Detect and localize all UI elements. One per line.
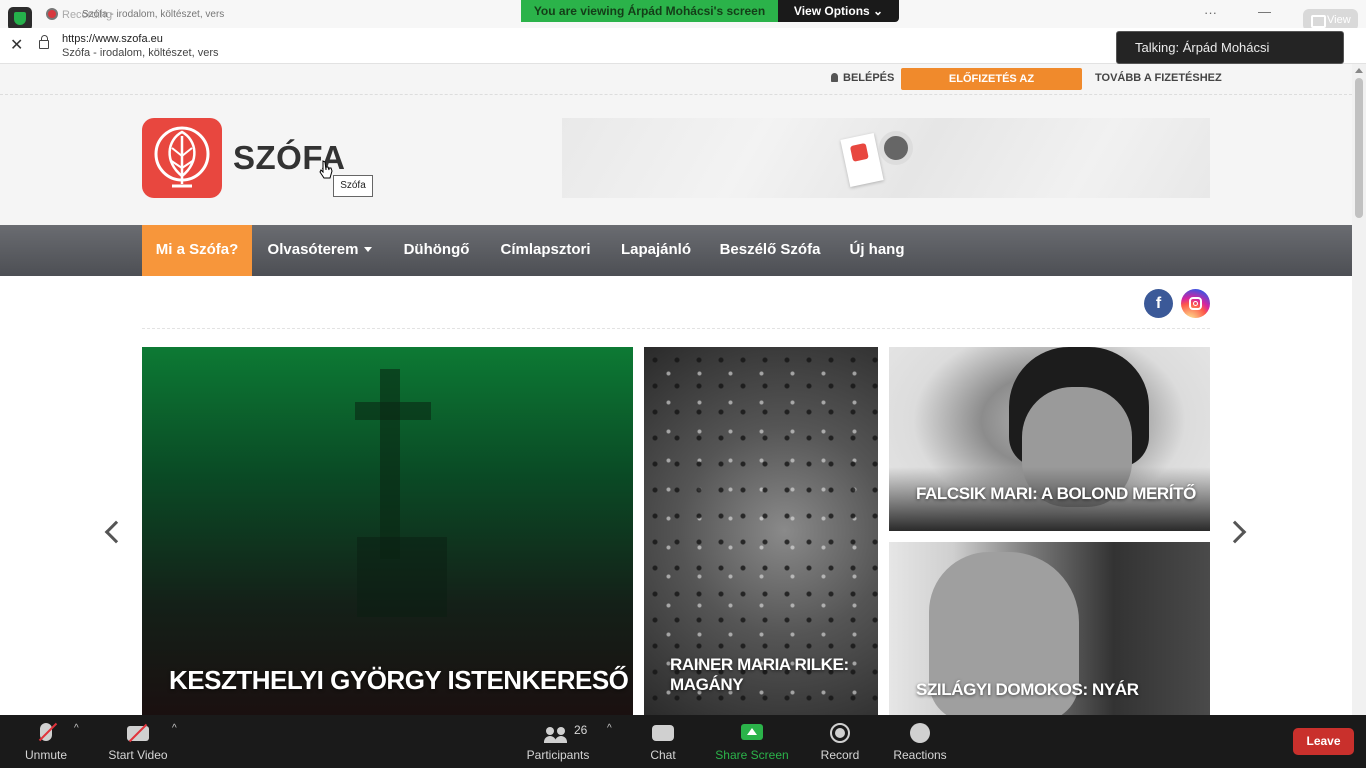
checkout-link[interactable]: TOVÁBB A FIZETÉSHEZ xyxy=(1095,72,1222,84)
close-icon[interactable]: ✕ xyxy=(10,35,23,55)
unmute-label: Unmute xyxy=(24,748,68,762)
participants-label: Participants xyxy=(526,748,590,762)
participants-count: 26 xyxy=(574,723,588,737)
card-title[interactable]: FALCSIK MARI: A BOLOND MERÍTŐ xyxy=(916,484,1196,504)
divider xyxy=(142,328,1210,329)
share-screen-button[interactable]: Share Screen xyxy=(712,715,792,768)
banner-cup-shape xyxy=(879,131,913,165)
lock-icon[interactable] xyxy=(39,35,49,49)
nav-beszelo-szofa[interactable]: Beszélő Szófa xyxy=(706,225,834,276)
record-icon xyxy=(830,723,850,743)
view-options-button[interactable]: View Options ⌄ xyxy=(778,0,899,22)
instagram-icon[interactable] xyxy=(1181,289,1210,318)
featured-card-szilagyi[interactable]: SZILÁGYI DOMOKOS: NYÁR xyxy=(889,542,1210,715)
nav-olvasoterem[interactable]: Olvasóterem xyxy=(252,225,388,276)
reactions-button[interactable]: Reactions xyxy=(890,715,950,768)
site-top-bar: BELÉPÉS ELŐFIZETÉS AZ OLVASÓTEREMRE TOVÁ… xyxy=(0,64,1352,107)
zoom-top-bar: Recording Szófa - irodalom, költészet, v… xyxy=(0,0,1366,31)
nav-lapajanlo[interactable]: Lapajánló xyxy=(606,225,706,276)
banner-card-shape xyxy=(840,132,884,188)
dropdown-caret-icon xyxy=(364,247,373,252)
chat-button[interactable]: Chat xyxy=(640,715,686,768)
viewing-banner: You are viewing Árpád Mohácsi's screen xyxy=(521,0,778,22)
featured-card-falcsik[interactable]: FALCSIK MARI: A BOLOND MERÍTŐ xyxy=(889,347,1210,531)
logo-tooltip: Szófa xyxy=(333,175,373,197)
header-banner-image[interactable] xyxy=(562,118,1210,198)
carousel-prev-icon[interactable] xyxy=(104,520,128,544)
chat-icon xyxy=(652,725,674,741)
address-page-title: Szófa - irodalom, költészet, vers xyxy=(62,47,219,59)
cross-shape xyxy=(380,369,400,559)
video-options-caret-icon[interactable]: ^ xyxy=(172,723,177,734)
login-label: BELÉPÉS xyxy=(843,72,895,84)
audio-options-caret-icon[interactable]: ^ xyxy=(74,723,79,734)
web-page: BELÉPÉS ELŐFIZETÉS AZ OLVASÓTEREMRE TOVÁ… xyxy=(0,64,1352,715)
reactions-icon xyxy=(910,723,930,743)
record-button[interactable]: Record xyxy=(815,715,865,768)
scroll-thumb[interactable] xyxy=(1355,78,1363,218)
microphone-muted-icon xyxy=(38,722,58,742)
nav-uj-hang[interactable]: Új hang xyxy=(834,225,920,276)
share-screen-label: Share Screen xyxy=(715,748,789,762)
cross-base-shape xyxy=(357,537,447,617)
start-video-button[interactable]: Start Video xyxy=(102,715,174,768)
site-header: SZÓFA Szófa xyxy=(0,95,1352,225)
shared-tab-title: Szófa - irodalom, költészet, vers xyxy=(82,9,225,20)
carousel-next-icon[interactable] xyxy=(1223,520,1247,544)
featured-card-keszthelyi[interactable]: KESZTHELYI GYÖRGY ISTENKERESŐ xyxy=(142,347,633,715)
login-link[interactable]: BELÉPÉS xyxy=(831,72,894,84)
chat-label: Chat xyxy=(650,748,676,762)
talking-indicator: Talking: Árpád Mohácsi xyxy=(1116,31,1344,64)
nav-mi-a-szofa[interactable]: Mi a Szófa? xyxy=(142,225,252,276)
record-label: Record xyxy=(820,748,860,762)
card-title[interactable]: KESZTHELYI GYÖRGY ISTENKERESŐ xyxy=(169,665,629,696)
card-title[interactable]: SZILÁGYI DOMOKOS: NYÁR xyxy=(916,680,1139,700)
logo-tree-icon[interactable] xyxy=(142,118,222,198)
cross-bar-shape xyxy=(355,402,431,420)
share-screen-icon xyxy=(741,724,763,740)
featured-card-rilke[interactable]: RAINER MARIA RILKE: MAGÁNY xyxy=(644,347,878,715)
leave-button[interactable]: Leave xyxy=(1293,728,1354,755)
page-scrollbar[interactable] xyxy=(1352,64,1366,715)
card-title[interactable]: RAINER MARIA RILKE: MAGÁNY xyxy=(670,655,860,696)
recording-icon xyxy=(46,8,58,20)
user-icon xyxy=(831,73,838,82)
start-video-label: Start Video xyxy=(108,748,168,762)
participants-button[interactable]: 26 Participants xyxy=(522,715,594,768)
facebook-icon[interactable]: f xyxy=(1144,289,1173,318)
minimize-icon[interactable]: — xyxy=(1258,4,1271,19)
main-nav: Mi a Szófa? Olvasóterem Dühöngő Címlapsz… xyxy=(0,225,1352,276)
address-url[interactable]: https://www.szofa.eu xyxy=(62,33,163,45)
unmute-button[interactable]: Unmute xyxy=(14,715,78,768)
mouse-cursor-icon xyxy=(319,160,333,179)
participants-options-caret-icon[interactable]: ^ xyxy=(607,723,612,734)
subscribe-button[interactable]: ELŐFIZETÉS AZ OLVASÓTEREMRE xyxy=(901,68,1082,107)
nav-cimlapsztori[interactable]: Címlapsztori xyxy=(485,225,606,276)
camera-off-icon xyxy=(127,723,149,743)
more-icon[interactable]: ··· xyxy=(1204,5,1217,20)
zoom-toolbar: Unmute ^ Start Video ^ 26 Participants ^… xyxy=(0,715,1366,768)
nav-duhongo[interactable]: Dühöngő xyxy=(388,225,485,276)
scroll-up-icon[interactable] xyxy=(1355,68,1363,73)
nav-olvasoterem-label: Olvasóterem xyxy=(267,241,359,258)
reactions-label: Reactions xyxy=(893,748,947,762)
participants-icon xyxy=(544,727,568,743)
